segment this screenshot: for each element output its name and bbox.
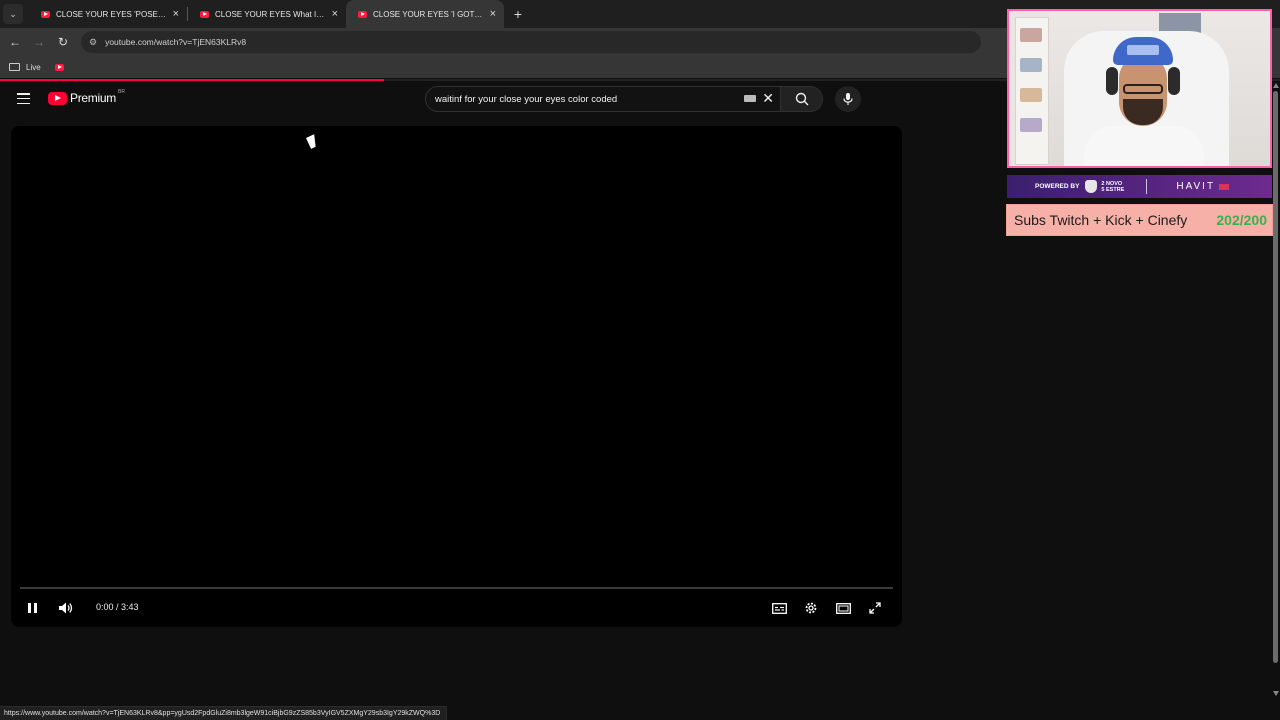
youtube-bookmark-icon[interactable] [54,63,64,71]
scrollbar-thumb[interactable] [1273,91,1278,663]
subs-goal-label: Subs Twitch + Kick + Cinefy [1014,212,1188,228]
webcam-shelf [1015,17,1049,165]
microphone-icon [843,93,853,105]
keyboard-icon[interactable] [744,95,756,102]
hamburger-icon[interactable] [17,93,30,104]
bookmark-live[interactable]: Live [26,63,41,72]
close-icon[interactable]: ✕ [762,90,774,107]
youtube-premium-logo[interactable]: Premium BR [48,89,125,105]
new-tab-button[interactable]: + [506,2,530,26]
streamer-cap [1113,37,1173,65]
pause-button[interactable] [24,598,40,618]
youtube-favicon-icon [200,10,209,18]
fullscreen-icon [869,602,881,614]
settings-button[interactable] [802,598,820,618]
headset-left [1106,67,1118,95]
close-tab-icon[interactable]: × [490,8,496,20]
sponsor-brand-1: 2 NOVO 5 ESTRE [1101,180,1125,193]
page-scrollbar[interactable] [1272,81,1280,702]
tab-3-active[interactable]: CLOSE YOUR EYES 'I GOT IT' (O × [346,0,504,28]
sponsor-divider [1146,179,1148,194]
volume-icon [59,602,73,614]
video-player[interactable]: 0:00 / 3:43 [11,126,902,627]
search-value: waitinf for your close your eyes color c… [435,93,618,105]
video-progress-bar[interactable] [20,587,893,589]
logo-text: Premium [70,91,116,105]
theater-mode-button[interactable] [834,598,852,618]
folder-icon [9,63,20,71]
youtube-logo-icon [48,91,67,105]
forward-icon[interactable]: → [27,30,51,54]
subs-goal-widget: Subs Twitch + Kick + Cinefy 202/200 [1006,204,1273,236]
settings-icon [805,602,817,614]
tab-1[interactable]: CLOSE YOUR EYES 'POSE' MV - × [29,0,187,28]
site-info-icon[interactable]: ⚙ [89,37,97,48]
address-text: youtube.com/watch?v=TjEN63KLRv8 [105,37,247,47]
subs-goal-count: 202/200 [1216,212,1267,228]
theater-icon [835,602,851,614]
address-bar[interactable]: ⚙ youtube.com/watch?v=TjEN63KLRv8 [81,31,981,53]
pause-icon [27,603,37,613]
webcam-overlay [1007,9,1272,168]
voice-search-button[interactable] [835,86,861,112]
sponsor-shield-icon [1085,180,1098,193]
tab-title: CLOSE YOUR EYES What If I Mi [215,9,326,19]
tab-search-button[interactable]: ⌄ [3,4,23,24]
close-tab-icon[interactable]: × [332,8,338,20]
tab-title: CLOSE YOUR EYES 'I GOT IT' (O [373,9,484,19]
back-icon[interactable]: ← [3,30,27,54]
time-display: 0:00 / 3:43 [96,602,139,612]
sponsor-powered-text: POWERED BY [1035,183,1080,190]
scroll-up-icon[interactable] [1273,83,1279,88]
close-tab-icon[interactable]: × [173,8,179,20]
subtitles-icon [771,602,787,614]
status-bar-url: https://www.youtube.com/watch?v=TjEN63KL… [0,706,448,720]
fullscreen-button[interactable] [866,598,884,618]
screen: ⌄ CLOSE YOUR EYES 'POSE' MV - × CLOSE YO… [0,0,1280,720]
search-button[interactable] [781,86,823,112]
reload-icon[interactable]: ↻ [51,30,75,54]
country-code: BR [118,89,125,95]
volume-button[interactable] [57,598,75,618]
streamer-glasses [1123,84,1163,94]
headset-right [1168,67,1180,95]
tab-title: CLOSE YOUR EYES 'POSE' MV - [56,9,167,19]
sponsor-brand-2: HAVIT [1176,181,1216,192]
sponsor-banner: POWERED BY 2 NOVO 5 ESTRE HAVIT [1007,175,1272,198]
sponsor-flag-icon [1219,183,1230,190]
streamer-shirt [1084,126,1204,166]
youtube-favicon-icon [41,10,50,18]
subtitles-button[interactable] [770,598,788,618]
scroll-down-icon[interactable] [1273,691,1279,696]
search-icon [795,92,808,106]
search-input[interactable]: waitinf for your close your eyes color c… [425,86,781,112]
youtube-favicon-icon [358,10,367,18]
tab-2[interactable]: CLOSE YOUR EYES What If I Mi × [188,0,346,28]
